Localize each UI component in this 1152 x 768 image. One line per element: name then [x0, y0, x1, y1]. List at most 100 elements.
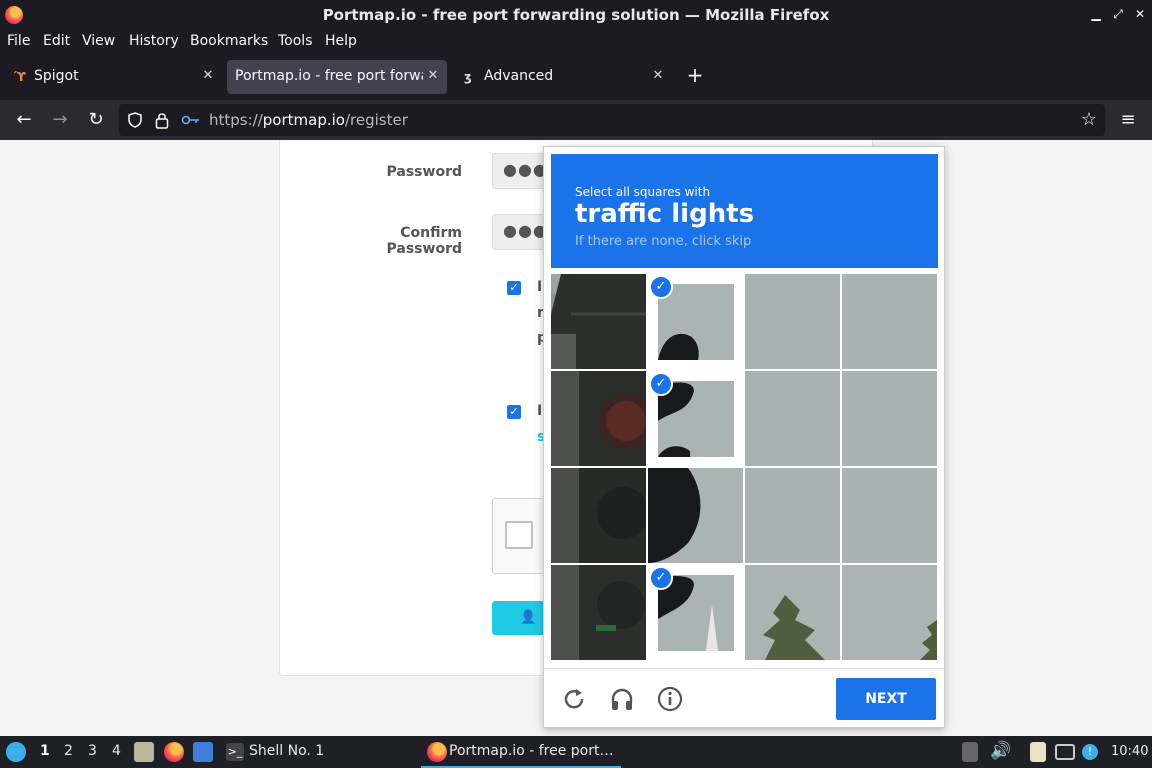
add-user-icon: 👤 [520, 610, 537, 625]
tab-strip: ϓ Spigot ✕ Portmap.io - free port forwar… [0, 54, 1152, 100]
tile-image [842, 565, 937, 660]
reload-icon[interactable] [560, 685, 588, 713]
shell-task[interactable]: Shell No. 1 [249, 743, 324, 759]
back-button[interactable]: ← [12, 108, 36, 132]
captcha-tile-2[interactable]: ✓ [648, 274, 743, 369]
desktop-icon[interactable] [193, 742, 213, 762]
tab-spigot[interactable]: ϓ Spigot ✕ [2, 60, 222, 94]
menu-view[interactable]: View [82, 33, 115, 49]
captcha-tile-16[interactable] [842, 565, 937, 660]
captcha-tile-6[interactable]: ✓ [648, 371, 743, 466]
next-button[interactable]: NEXT [836, 678, 936, 720]
tile-image [551, 565, 646, 660]
workspace-3[interactable]: 3 [88, 743, 97, 759]
firefox-icon [427, 742, 447, 762]
window-title: Portmap.io - free port forwarding soluti… [322, 6, 830, 24]
new-tab-button[interactable]: + [684, 64, 706, 86]
tile-selected-check-icon: ✓ [649, 275, 673, 299]
reload-button[interactable]: ↻ [84, 108, 108, 132]
captcha-grid: ✓ ✓ ✓ [551, 274, 938, 661]
file-manager-icon[interactable] [134, 742, 154, 762]
spigot-favicon-icon: ϓ [14, 70, 26, 84]
workspace-2[interactable]: 2 [64, 743, 73, 759]
captcha-tile-12[interactable] [842, 468, 937, 563]
captcha-tile-15[interactable] [745, 565, 840, 660]
tile-selected-check-icon: ✓ [649, 566, 673, 590]
minimize-button[interactable]: ▁ [1088, 6, 1104, 22]
shield-icon[interactable] [127, 112, 143, 128]
key-icon[interactable] [181, 113, 201, 127]
firefox-task[interactable]: Portmap.io - free port… [421, 736, 621, 768]
captcha-header: Select all squares with traffic lights I… [551, 154, 938, 268]
clock: 10:40 [1111, 744, 1149, 759]
captcha-tile-9[interactable] [551, 468, 646, 563]
url-bar[interactable]: https://portmap.io/register [119, 104, 1105, 136]
captcha-target: traffic lights [575, 199, 755, 229]
captcha-tile-11[interactable] [745, 468, 840, 563]
captcha-tile-1[interactable] [551, 274, 646, 369]
close-tab-icon[interactable]: ✕ [650, 68, 666, 84]
captcha-tile-3[interactable] [745, 274, 840, 369]
restore-button[interactable]: ⤢ [1110, 6, 1126, 22]
captcha-tile-14[interactable]: ✓ [648, 565, 743, 660]
close-tab-icon[interactable]: ✕ [200, 68, 216, 84]
volume-icon[interactable]: 🔊 [990, 741, 1011, 761]
terms-text: I [537, 279, 543, 295]
network-icon[interactable] [1055, 744, 1075, 760]
tab-label: Spigot [34, 68, 79, 84]
close-window-button[interactable]: ✕ [1132, 6, 1148, 22]
tile-selected-check-icon: ✓ [649, 372, 673, 396]
recaptcha-checkbox[interactable] [505, 521, 533, 549]
workspace-1[interactable]: 1 [40, 743, 50, 759]
close-tab-icon[interactable]: ✕ [425, 68, 441, 84]
forward-button[interactable]: → [48, 108, 72, 132]
bookmark-star-icon[interactable]: ☆ [1077, 108, 1101, 132]
tray-expand-icon[interactable] [962, 742, 978, 762]
audio-icon[interactable] [608, 685, 636, 713]
policy-text: I [537, 403, 543, 419]
captcha-tile-4[interactable] [842, 274, 937, 369]
navigation-bar: ← → ↻ https://portmap.io/register ☆ ≡ [0, 100, 1152, 140]
captcha-challenge: Select all squares with traffic lights I… [543, 146, 945, 728]
title-bar: Portmap.io - free port forwarding soluti… [0, 0, 1152, 30]
tile-image [551, 371, 646, 466]
start-menu-icon[interactable] [6, 742, 26, 762]
captcha-tile-7[interactable] [745, 371, 840, 466]
captcha-hint: If there are none, click skip [575, 234, 752, 249]
tile-image [745, 565, 840, 660]
terminal-icon: >_ [226, 743, 244, 761]
lock-icon[interactable] [155, 111, 169, 129]
menu-hamburger-icon[interactable]: ≡ [1116, 108, 1140, 132]
captcha-footer: NEXT [544, 668, 944, 728]
notification-icon[interactable]: ! [1082, 744, 1098, 760]
password-label: Password [386, 164, 462, 180]
tile-image [551, 274, 646, 369]
menu-tools[interactable]: Tools [278, 33, 313, 49]
tab-label: Portmap.io - free port forwar [235, 68, 423, 84]
workspace-4[interactable]: 4 [112, 743, 121, 759]
url-text[interactable]: https://portmap.io/register [209, 111, 408, 129]
firefox-launcher-icon[interactable] [164, 742, 184, 762]
captcha-tile-13[interactable] [551, 565, 646, 660]
menu-bar: File Edit View History Bookmarks Tools H… [0, 30, 1152, 54]
clipboard-icon[interactable] [1030, 742, 1046, 762]
terms-checkbox[interactable]: ✓ [507, 281, 521, 295]
tab-portmap[interactable]: Portmap.io - free port forwar ✕ [227, 60, 447, 94]
taskbar: 1 2 3 4 >_ Shell No. 1 Portmap.io - free… [0, 736, 1152, 768]
info-icon[interactable] [656, 685, 684, 713]
menu-help[interactable]: Help [325, 33, 357, 49]
firefox-task-label: Portmap.io - free port… [449, 743, 614, 759]
advanced-favicon-icon: ʒ [464, 70, 472, 84]
policy-checkbox[interactable]: ✓ [507, 405, 521, 419]
menu-file[interactable]: File [7, 33, 30, 49]
menu-edit[interactable]: Edit [43, 33, 70, 49]
captcha-tile-10[interactable] [648, 468, 743, 563]
tab-advanced[interactable]: ʒ Advanced ✕ [452, 60, 672, 94]
tab-label: Advanced [484, 68, 554, 84]
tile-image [551, 468, 646, 563]
confirm-password-label: Confirm Password [386, 225, 462, 257]
menu-bookmarks[interactable]: Bookmarks [190, 33, 268, 49]
captcha-tile-8[interactable] [842, 371, 937, 466]
menu-history[interactable]: History [129, 33, 179, 49]
captcha-tile-5[interactable] [551, 371, 646, 466]
